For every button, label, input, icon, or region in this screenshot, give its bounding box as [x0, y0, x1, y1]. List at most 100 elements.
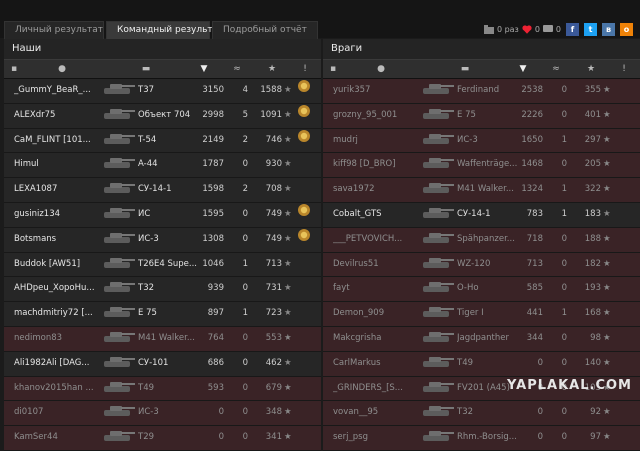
- player-name[interactable]: khanov2015han ...: [14, 377, 104, 400]
- player-row[interactable]: Cobalt_GTS СУ-14-1 783 1 183 ★: [323, 202, 640, 228]
- player-name[interactable]: Himul: [14, 153, 104, 176]
- player-name[interactable]: gusiniz134: [14, 203, 104, 226]
- player-row[interactable]: machdmitriy72 [... E 75 897 1 723 ★: [4, 302, 321, 327]
- xp-value: 401: [584, 109, 601, 120]
- player-name[interactable]: ___PETVOVICH...: [333, 228, 423, 251]
- player-name[interactable]: Botsmans: [14, 228, 104, 251]
- player-row[interactable]: LEXA1087 СУ-14-1 1598 2 708 ★: [4, 178, 321, 203]
- comment-icon[interactable]: [542, 24, 553, 34]
- twitter-icon[interactable]: t: [584, 22, 597, 36]
- xp-col-icon[interactable]: ★: [266, 60, 278, 78]
- player-row[interactable]: CarlMarkus T49 0 0 140 ★: [323, 351, 640, 377]
- player-row[interactable]: grozny_95_001 E 75 2226 0 401 ★: [323, 103, 640, 129]
- player-name[interactable]: Ali1982Ali [DAG...: [14, 352, 104, 375]
- player-name[interactable]: Demon_909: [333, 302, 423, 325]
- tab-detailed-report[interactable]: Подробный отчёт: [212, 21, 318, 39]
- medal-icon[interactable]: [297, 79, 313, 102]
- medal-icon[interactable]: [297, 104, 313, 127]
- kills-value: 1: [561, 208, 567, 219]
- kills-col-icon[interactable]: ≈: [226, 60, 248, 78]
- player-row[interactable]: Buddok [AW51] T26E4 Supe... 1046 1 713 ★: [4, 252, 321, 278]
- player-row[interactable]: khanov2015han ... T49 593 0 679 ★: [4, 376, 321, 402]
- player-name[interactable]: CaM_FLINT [101...: [14, 129, 104, 152]
- views-count: 0 раз: [496, 24, 519, 34]
- player-name[interactable]: machdmitriy72 [...: [14, 302, 104, 325]
- player-row[interactable]: Demon_909 Tiger I 441 1 168 ★: [323, 302, 640, 327]
- kills-col-icon[interactable]: ≈: [545, 60, 567, 78]
- odnoklassniki-icon[interactable]: o: [620, 22, 633, 36]
- player-row[interactable]: di0107 ИС-3 0 0 348 ★: [4, 401, 321, 427]
- player-row[interactable]: vovan__95 T32 0 0 92 ★: [323, 401, 640, 427]
- player-row[interactable]: kiff98 [D_BRO] Waffenträge... 1468 0 205 ★: [323, 153, 640, 179]
- vehicle-col-icon[interactable]: ▬: [134, 60, 158, 78]
- vehicle-name: СУ-101: [138, 357, 169, 368]
- player-row[interactable]: Devilrus51 WZ-120 713 0 182 ★: [323, 252, 640, 278]
- player-name[interactable]: sava1972: [333, 178, 423, 201]
- heart-icon[interactable]: [522, 24, 532, 34]
- vehicle-col-icon[interactable]: ▬: [453, 60, 477, 78]
- player-name[interactable]: Buddok [AW51]: [14, 253, 104, 276]
- tank-icon: [421, 79, 455, 102]
- player-name[interactable]: Makcgrisha: [333, 327, 423, 350]
- player-name[interactable]: _GummY_BeaR_...: [14, 79, 104, 102]
- achievements-col-icon[interactable]: !: [618, 60, 630, 78]
- damage-col-icon[interactable]: ▼: [517, 60, 529, 78]
- player-name[interactable]: fayt: [333, 277, 423, 300]
- player-row[interactable]: AHDpeu_XopoHu... T32 939 0 731 ★: [4, 277, 321, 303]
- vk-icon[interactable]: в: [602, 22, 615, 36]
- player-row[interactable]: _GummY_BeaR_... T37 3150 4 1588 ★: [4, 79, 321, 104]
- facebook-icon[interactable]: f: [566, 22, 579, 36]
- player-name[interactable]: grozny_95_001: [333, 104, 423, 127]
- player-row[interactable]: Himul A-44 1787 0 930 ★: [4, 153, 321, 179]
- kills-value: 4: [242, 85, 248, 95]
- tab-personal-result[interactable]: Личный результат: [4, 21, 104, 39]
- platoon-col-icon[interactable]: ▪: [327, 60, 339, 78]
- player-col-icon[interactable]: ●: [56, 60, 68, 78]
- player-row[interactable]: ___PETVOVICH... Spähpanzer... 718 0 188 ★: [323, 227, 640, 253]
- xp-col-icon[interactable]: ★: [585, 60, 597, 78]
- star-icon: ★: [284, 258, 292, 269]
- post-actions: 0 раз 0 0 f t в o: [483, 22, 636, 36]
- player-name[interactable]: serj_psg: [333, 426, 423, 449]
- player-name[interactable]: Devilrus51: [333, 253, 423, 276]
- player-row[interactable]: serj_psg Rhm.-Borsig... 0 0 97 ★: [323, 426, 640, 451]
- player-name[interactable]: vovan__95: [333, 401, 423, 424]
- tank-icon: [421, 228, 455, 251]
- medal-icon[interactable]: [297, 203, 313, 226]
- player-name[interactable]: mudrj: [333, 129, 423, 152]
- medal-icon[interactable]: [297, 129, 313, 152]
- player-name[interactable]: ALEXdr75: [14, 104, 104, 127]
- player-row[interactable]: gusiniz134 ИС 1595 0 749 ★: [4, 202, 321, 228]
- platoon-col-icon[interactable]: ▪: [8, 60, 20, 78]
- player-row[interactable]: nedimon83 M41 Walker... 764 0 553 ★: [4, 326, 321, 352]
- player-row[interactable]: sava1972 M41 Walker... 1324 1 322 ★: [323, 178, 640, 203]
- tab-team-result[interactable]: Командный результат: [106, 21, 223, 39]
- medal-icon[interactable]: [297, 228, 313, 251]
- vehicle-name: T29: [138, 432, 155, 443]
- player-name[interactable]: di0107: [14, 401, 104, 424]
- player-row[interactable]: Ali1982Ali [DAG... СУ-101 686 0 462 ★: [4, 351, 321, 377]
- player-name[interactable]: KamSer44: [14, 426, 104, 449]
- player-name[interactable]: Cobalt_GTS: [333, 203, 423, 226]
- player-name[interactable]: LEXA1087: [14, 178, 104, 201]
- achievements-col-icon[interactable]: !: [299, 60, 311, 78]
- player-row[interactable]: CaM_FLINT [101... T-54 2149 2 746 ★: [4, 128, 321, 154]
- player-name[interactable]: _GRINDERS_[S...: [333, 377, 423, 400]
- damage-col-icon[interactable]: ▼: [198, 60, 210, 78]
- player-row[interactable]: ALEXdr75 Объект 704 2998 5 1091 ★: [4, 103, 321, 129]
- player-row[interactable]: Makcgrisha Jagdpanther 344 0 98 ★: [323, 326, 640, 352]
- player-name[interactable]: AHDpeu_XopoHu...: [14, 277, 104, 300]
- player-row[interactable]: fayt O-Ho 585 0 193 ★: [323, 277, 640, 303]
- kills-value: 0: [242, 407, 248, 418]
- player-name[interactable]: CarlMarkus: [333, 352, 423, 375]
- player-name[interactable]: yurik357: [333, 79, 423, 102]
- xp-value: 348: [265, 407, 282, 418]
- xp-value: 462: [265, 357, 282, 368]
- player-row[interactable]: mudrj ИС-3 1650 1 297 ★: [323, 128, 640, 154]
- player-name[interactable]: nedimon83: [14, 327, 104, 350]
- player-name[interactable]: kiff98 [D_BRO]: [333, 153, 423, 176]
- player-row[interactable]: Botsmans ИС-3 1308 0 749 ★: [4, 227, 321, 253]
- player-row[interactable]: yurik357 Ferdinand 2538 0 355 ★: [323, 79, 640, 104]
- player-col-icon[interactable]: ●: [375, 60, 387, 78]
- player-row[interactable]: KamSer44 T29 0 0 341 ★: [4, 426, 321, 451]
